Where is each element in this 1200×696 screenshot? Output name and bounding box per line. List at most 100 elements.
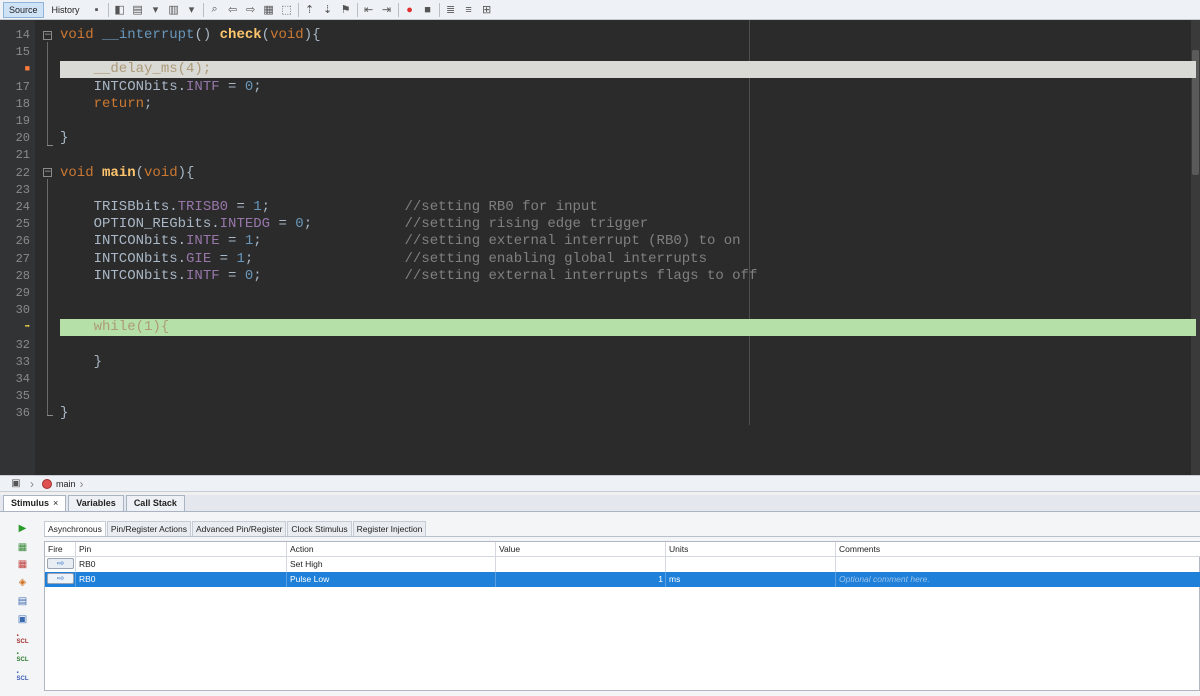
shift-right-icon[interactable]: ⇥	[380, 3, 394, 17]
tab-call-stack[interactable]: Call Stack	[125, 495, 185, 511]
action-cell[interactable]: Set High	[287, 557, 496, 572]
breakpoint-icon[interactable]: ■	[0, 61, 30, 78]
code-line[interactable]: 36}	[0, 405, 1200, 422]
tab-source[interactable]: Source	[3, 1, 44, 18]
code-line[interactable]: 34	[0, 371, 1200, 388]
format-icon[interactable]: ⊞	[480, 3, 494, 17]
code-line[interactable]: 29	[0, 285, 1200, 302]
fire-button-icon[interactable]: ⇨	[47, 558, 74, 569]
scl-icon[interactable]: ▪ SCL	[16, 632, 29, 645]
line-number[interactable]: 36	[0, 405, 30, 422]
pin-cell[interactable]: RB0	[76, 572, 287, 587]
code-line[interactable]: ➡ while(1){	[0, 319, 1200, 337]
code-line[interactable]: 33 }	[0, 354, 1200, 371]
breadcrumb-function[interactable]: main	[56, 479, 76, 489]
next-bookmark-icon[interactable]: ⇣	[321, 3, 335, 17]
scl-open-icon[interactable]: ▪ SCL	[16, 650, 29, 663]
tab-variables[interactable]: Variables	[68, 495, 124, 511]
uncomment-icon[interactable]: ≡	[462, 3, 476, 17]
line-number[interactable]: 19	[0, 113, 30, 130]
fire-button-icon[interactable]: ⇨	[47, 573, 74, 584]
code-line[interactable]: ■ __delay_ms(4);	[0, 61, 1200, 79]
toggle-bookmark-icon[interactable]: ⚑	[339, 3, 353, 17]
tab-pin-register-actions[interactable]: Pin/Register Actions	[106, 521, 191, 536]
column-pin[interactable]: Pin	[76, 542, 287, 556]
shift-left-icon[interactable]: ⇤	[362, 3, 376, 17]
code-line[interactable]: 22 void main(void){	[0, 165, 1200, 182]
line-number[interactable]: 30	[0, 302, 30, 319]
line-number[interactable]: 28	[0, 268, 30, 285]
last-edit-icon[interactable]: ▪	[90, 3, 104, 17]
code-line[interactable]: 23	[0, 182, 1200, 199]
column-value[interactable]: Value	[496, 542, 666, 556]
code-line[interactable]: 30	[0, 302, 1200, 319]
code-line[interactable]: 19	[0, 113, 1200, 130]
line-number[interactable]: 25	[0, 216, 30, 233]
code-line[interactable]: 15	[0, 44, 1200, 61]
code-line[interactable]: 24 TRISBbits.TRISB0 = 1; //setting RB0 f…	[0, 199, 1200, 216]
line-number[interactable]: 14	[0, 27, 30, 44]
line-number[interactable]: 26	[0, 233, 30, 250]
stop-macro-icon[interactable]: ■	[421, 3, 435, 17]
column-units[interactable]: Units	[666, 542, 836, 556]
delete-row-icon[interactable]: ▦	[16, 558, 29, 571]
forward-icon[interactable]: ▤	[131, 3, 145, 17]
column-action[interactable]: Action	[287, 542, 496, 556]
record-macro-icon[interactable]: ●	[403, 3, 417, 17]
fold-toggle-icon[interactable]: −	[43, 168, 52, 177]
line-number[interactable]: 35	[0, 388, 30, 405]
program-counter-icon[interactable]: ➡	[0, 319, 30, 336]
action-cell[interactable]: Pulse Low	[287, 572, 496, 587]
open-icon[interactable]: ▤	[16, 595, 29, 608]
tab-asynchronous[interactable]: Asynchronous	[44, 521, 106, 536]
line-number[interactable]: 15	[0, 44, 30, 61]
dropdown-icon[interactable]: ▾	[185, 3, 199, 17]
column-comments[interactable]: Comments	[836, 542, 1200, 556]
value-cell[interactable]: 1	[496, 572, 666, 587]
file-icon[interactable]: ▣	[10, 478, 22, 490]
line-number[interactable]: 18	[0, 96, 30, 113]
line-number[interactable]: 17	[0, 79, 30, 96]
code-line[interactable]: 25 OPTION_REGbits.INTEDG = 0; //setting …	[0, 216, 1200, 233]
rectangular-selection-icon[interactable]: ⬚	[280, 3, 294, 17]
tab-register-injection[interactable]: Register Injection	[352, 521, 427, 536]
code-line[interactable]: 28 INTCONbits.INTF = 0; //setting extern…	[0, 268, 1200, 285]
line-number[interactable]: 24	[0, 199, 30, 216]
line-number[interactable]: 33	[0, 354, 30, 371]
find-previous-icon[interactable]: ⇦	[226, 3, 240, 17]
save-icon[interactable]: ▣	[16, 613, 29, 626]
units-cell[interactable]	[666, 557, 836, 572]
code-editor[interactable]: 14 void __interrupt() check(void){15 ■ __d…	[0, 20, 1200, 475]
history-icon[interactable]: ▥	[167, 3, 181, 17]
comment-cell[interactable]	[836, 557, 1200, 572]
code-line[interactable]: 17 INTCONbits.INTF = 0;	[0, 79, 1200, 96]
back-icon[interactable]: ◧	[113, 3, 127, 17]
code-line[interactable]: 26 INTCONbits.INTE = 1; //setting extern…	[0, 233, 1200, 250]
pin-cell[interactable]: RB0	[76, 557, 287, 572]
value-cell[interactable]	[496, 557, 666, 572]
tab-clock-stimulus[interactable]: Clock Stimulus	[287, 521, 352, 536]
close-icon[interactable]: ×	[53, 498, 58, 508]
code-line[interactable]: 20}	[0, 130, 1200, 147]
line-number[interactable]: 23	[0, 182, 30, 199]
fold-toggle-icon[interactable]: −	[43, 31, 52, 40]
dropdown-icon[interactable]: ▾	[149, 3, 163, 17]
comment-cell[interactable]: Optional comment here.	[836, 572, 1200, 587]
code-line[interactable]: 32	[0, 337, 1200, 354]
code-line[interactable]: 18 return;	[0, 96, 1200, 113]
add-row-icon[interactable]: ▦	[16, 541, 29, 554]
line-number[interactable]: 29	[0, 285, 30, 302]
code-line[interactable]: 14 void __interrupt() check(void){	[0, 27, 1200, 44]
scl-save-icon[interactable]: ▪ SCL	[16, 669, 29, 682]
code-line[interactable]: 35	[0, 388, 1200, 405]
clear-icon[interactable]: ◈	[16, 576, 29, 589]
tab-advanced-pin-register[interactable]: Advanced Pin/Register	[191, 521, 287, 536]
find-next-icon[interactable]: ⇨	[244, 3, 258, 17]
code-line[interactable]: 21	[0, 147, 1200, 164]
line-number[interactable]: 34	[0, 371, 30, 388]
toggle-highlight-icon[interactable]: ▦	[262, 3, 276, 17]
table-row-selected[interactable]: ⇨ RB0 Pulse Low 1 ms Optional comment he…	[45, 572, 1200, 587]
line-number[interactable]: 20	[0, 130, 30, 147]
code-line[interactable]: 27 INTCONbits.GIE = 1; //setting enablin…	[0, 251, 1200, 268]
column-fire[interactable]: Fire	[45, 542, 76, 556]
